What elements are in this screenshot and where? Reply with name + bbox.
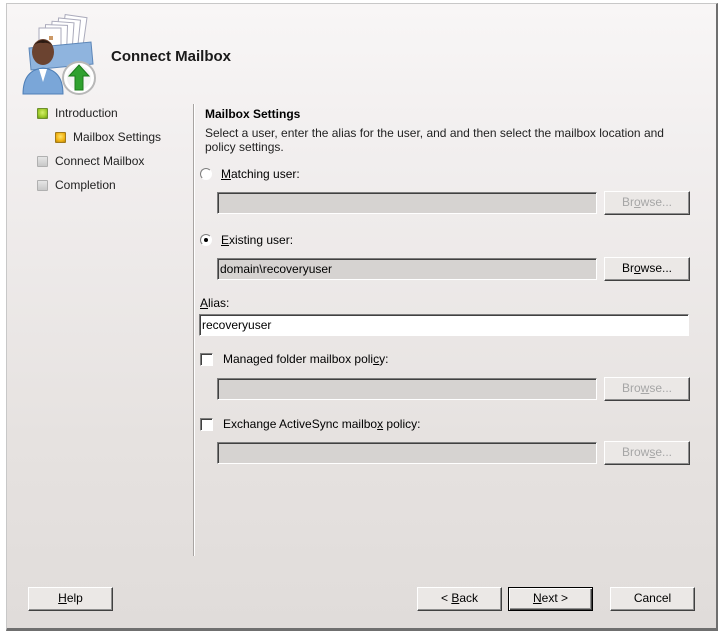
btn-text: < (440, 591, 452, 605)
label-text: y: (379, 352, 389, 366)
btn-text: ext > (541, 591, 569, 605)
activesync-policy-checkbox[interactable]: Exchange ActiveSync mailbox policy: (200, 417, 420, 431)
nav-step-label: Introduction (55, 106, 118, 120)
checkbox[interactable] (200, 352, 213, 366)
label-text: Exchange ActiveSync mailbo (223, 417, 378, 431)
label-text: xisting user: (229, 233, 294, 247)
nav-step-introduction[interactable]: Introduction (37, 106, 118, 120)
activesync-policy-label: Exchange ActiveSync mailbox policy: (223, 417, 420, 431)
cancel-button[interactable]: Cancel (610, 587, 695, 611)
btn-text: se... (649, 381, 673, 395)
nav-step-completion[interactable]: Completion (37, 178, 116, 192)
step-pending-icon (37, 155, 48, 167)
managed-folder-policy-label: Managed folder mailbox policy: (223, 352, 388, 366)
accel-key: N (532, 591, 542, 605)
nav-step-label: Mailbox Settings (73, 130, 162, 144)
radio-button-selected[interactable] (200, 234, 212, 246)
matching-user-label: Matching user: (221, 167, 300, 181)
btn-text: Br (621, 261, 634, 275)
accel-key: H (58, 591, 67, 605)
section-title: Mailbox Settings (205, 107, 301, 121)
vertical-divider (193, 104, 195, 556)
accel-key: A (200, 296, 209, 310)
managed-folder-policy-browse-button[interactable]: Browse... (604, 377, 690, 401)
matching-user-field[interactable] (217, 192, 597, 214)
help-button[interactable]: Help (28, 587, 113, 611)
back-button[interactable]: < Back (417, 587, 502, 611)
btn-text: Bro (621, 381, 641, 395)
btn-text: wse... (640, 195, 673, 209)
radio-button[interactable] (200, 168, 212, 180)
btn-text: elp (66, 591, 83, 605)
connect-mailbox-icon (22, 14, 96, 95)
next-button[interactable]: Next > (508, 587, 593, 611)
btn-text: ack (459, 591, 479, 605)
matching-user-browse-button[interactable]: Browse... (604, 191, 690, 215)
nav-step-mailbox-settings[interactable]: Mailbox Settings (55, 130, 161, 144)
label-text: Managed folder mailbox poli (223, 352, 374, 366)
accel-key: o (633, 195, 641, 209)
label-text: atching user: (231, 167, 300, 181)
accel-key: M (221, 167, 231, 181)
alias-label: Alias: (200, 296, 229, 310)
btn-text: Br (621, 195, 634, 209)
label-text: lias: (208, 296, 230, 310)
step-current-icon (55, 131, 66, 143)
btn-text: Brow (621, 445, 650, 459)
nav-step-connect-mailbox[interactable]: Connect Mailbox (37, 154, 144, 168)
accel-key: E (221, 233, 230, 247)
section-description: Select a user, enter the alias for the u… (205, 126, 664, 154)
step-completed-icon (37, 107, 48, 119)
nav-step-label: Connect Mailbox (55, 154, 145, 168)
btn-text: e... (655, 445, 673, 459)
existing-user-radio[interactable]: Existing user: (200, 233, 293, 247)
activesync-policy-browse-button[interactable]: Browse... (604, 441, 690, 465)
alias-input[interactable]: recoveryuser (199, 314, 689, 336)
page-title: Connect Mailbox (111, 48, 232, 65)
managed-folder-policy-field[interactable] (217, 378, 597, 400)
existing-user-field[interactable]: domain\recoveryuser (217, 258, 597, 280)
matching-user-radio[interactable]: Matching user: (200, 167, 300, 181)
checkbox[interactable] (200, 417, 213, 431)
managed-folder-policy-checkbox[interactable]: Managed folder mailbox policy: (200, 352, 388, 366)
step-pending-icon (37, 179, 48, 191)
activesync-policy-field[interactable] (217, 442, 597, 464)
btn-text: wse... (640, 261, 673, 275)
accel-key: o (633, 261, 641, 275)
label-text: policy: (383, 417, 421, 431)
existing-user-label: Existing user: (221, 233, 293, 247)
existing-user-browse-button[interactable]: Browse... (604, 257, 690, 281)
connect-mailbox-wizard-window: Connect Mailbox Introduction Mailbox Set… (6, 3, 718, 631)
nav-step-label: Completion (55, 178, 116, 192)
